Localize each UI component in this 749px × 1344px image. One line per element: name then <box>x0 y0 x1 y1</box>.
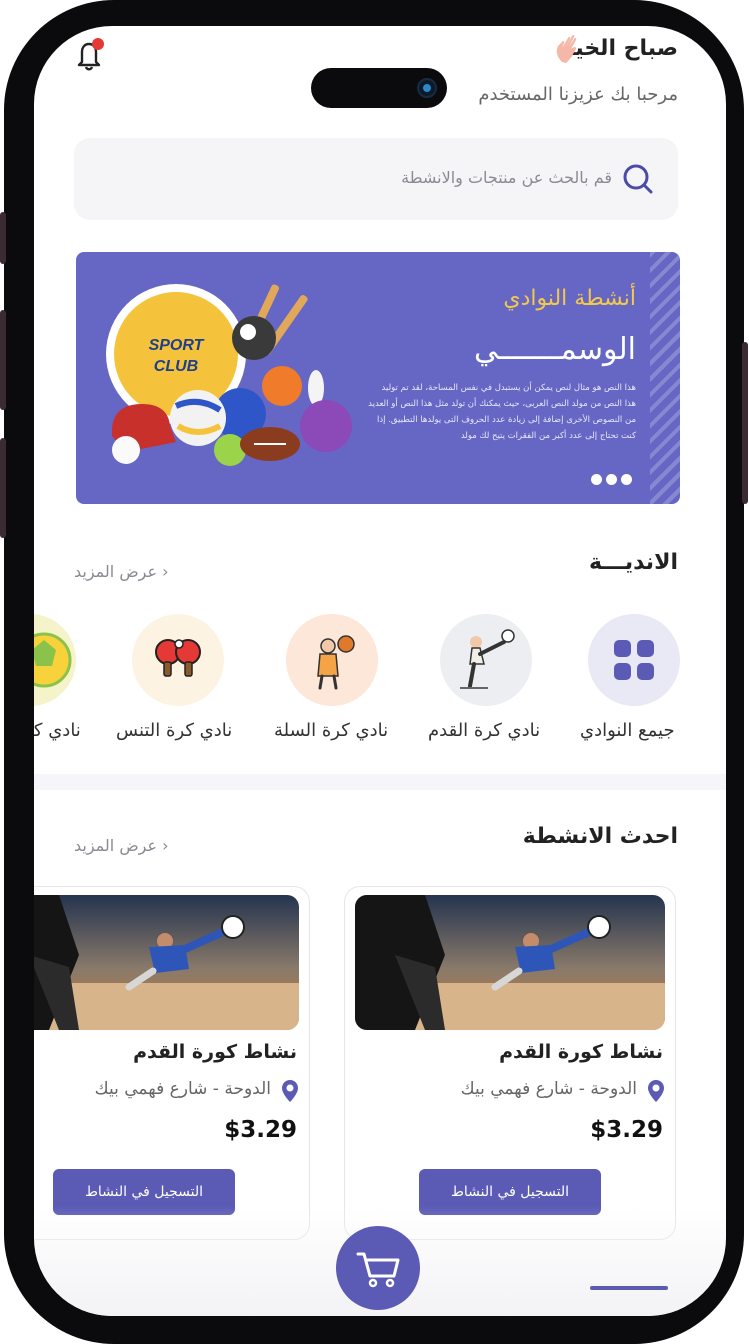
location-pin-icon <box>647 1079 665 1103</box>
club-basketball[interactable] <box>286 614 378 706</box>
promo-banner[interactable]: أنشطة النوادي الوسمـــــــي هذا النص هو … <box>76 252 680 504</box>
logo-text-club: CLUB <box>154 358 198 375</box>
cart-button[interactable] <box>336 1226 420 1310</box>
activity-image <box>355 895 665 1030</box>
dynamic-island <box>311 68 447 108</box>
sport-club-illustration: SPORT CLUB <box>106 276 356 476</box>
activities-see-more-label: عرض المزيد <box>74 836 158 855</box>
activity-title: نشاط كورة القدم <box>133 1041 297 1063</box>
activity-location: الدوحة - شارع فهمي بيك <box>94 1079 271 1099</box>
chevron-left-icon: ‹ <box>162 836 169 855</box>
table-tennis-icon <box>155 639 201 677</box>
welcome-subtitle: مرحبا بك عزيزنا المستخدم <box>478 84 678 105</box>
activity-location: الدوحة - شارع فهمي بيك <box>460 1079 637 1099</box>
side-button <box>0 438 6 538</box>
activities-section-title: احدث الانشطة <box>522 824 678 849</box>
banner-title: أنشطة النوادي <box>503 286 636 311</box>
club-label-all: جيمع النوادي <box>580 720 675 741</box>
activity-title: نشاط كورة القدم <box>499 1041 663 1063</box>
ball-icon <box>34 632 72 688</box>
activity-card[interactable]: نشاط كورة القدم الدوحة - شارع فهمي بيك $… <box>344 886 676 1240</box>
logo-text-sport: SPORT <box>149 337 205 354</box>
location-pin-icon <box>281 1079 299 1103</box>
basketball-player-icon <box>317 635 355 690</box>
side-button <box>0 310 6 410</box>
side-button <box>0 212 6 264</box>
search-placeholder[interactable]: قم بالحث عن منتجات والانشطة <box>401 168 612 187</box>
clubs-see-more-link[interactable]: ‹ عرض المزيد <box>74 562 169 581</box>
club-football[interactable] <box>440 614 532 706</box>
shopping-cart-icon <box>356 1252 400 1288</box>
club-all[interactable] <box>588 614 680 706</box>
football-player-icon <box>460 629 515 689</box>
banner-subtitle: الوسمـــــــي <box>474 332 636 367</box>
club-other[interactable] <box>34 614 76 706</box>
section-divider <box>34 774 726 790</box>
camera-icon <box>417 78 437 98</box>
chevron-left-icon: ‹ <box>162 562 169 581</box>
club-label-basketball: نادي كرة السلة <box>274 720 389 741</box>
phone-frame: صباح الخير مرحبا بك عزيزنا المستخدم قم ب… <box>0 0 748 1344</box>
banner-body-text: هذا النص هو مثال لنص يمكن أن يستبدل في ن… <box>368 383 636 441</box>
banner-stripes <box>650 252 680 504</box>
notification-bell-icon[interactable] <box>72 36 108 72</box>
clubs-see-more-label: عرض المزيد <box>74 562 158 581</box>
search-bar[interactable]: قم بالحث عن منتجات والانشطة <box>74 138 678 220</box>
facebook-icon[interactable] <box>591 474 602 485</box>
activity-price: $3.29 <box>590 1117 663 1143</box>
whatsapp-icon[interactable] <box>606 474 617 485</box>
activity-image <box>34 895 299 1030</box>
club-tennis[interactable] <box>132 614 224 706</box>
search-icon[interactable] <box>620 162 654 196</box>
waving-hand-icon <box>552 32 588 75</box>
social-links <box>591 474 632 485</box>
activities-see-more-link[interactable]: ‹ عرض المزيد <box>74 836 169 855</box>
grid-icon <box>614 640 654 680</box>
club-label-other: نادي كر <box>34 720 81 741</box>
side-button <box>742 342 748 504</box>
notification-dot <box>92 38 104 50</box>
activity-price: $3.29 <box>224 1117 297 1143</box>
telegram-icon[interactable] <box>621 474 632 485</box>
active-tab-indicator <box>590 1286 668 1290</box>
app-screen: صباح الخير مرحبا بك عزيزنا المستخدم قم ب… <box>34 26 726 1316</box>
club-label-football: نادي كرة القدم <box>428 720 541 741</box>
clubs-section-title: الانديـــة <box>588 550 678 575</box>
activity-card[interactable]: نشاط كورة القدم الدوحة - شارع فهمي بيك $… <box>34 886 310 1240</box>
club-label-tennis: نادي كرة التنس <box>116 720 233 741</box>
